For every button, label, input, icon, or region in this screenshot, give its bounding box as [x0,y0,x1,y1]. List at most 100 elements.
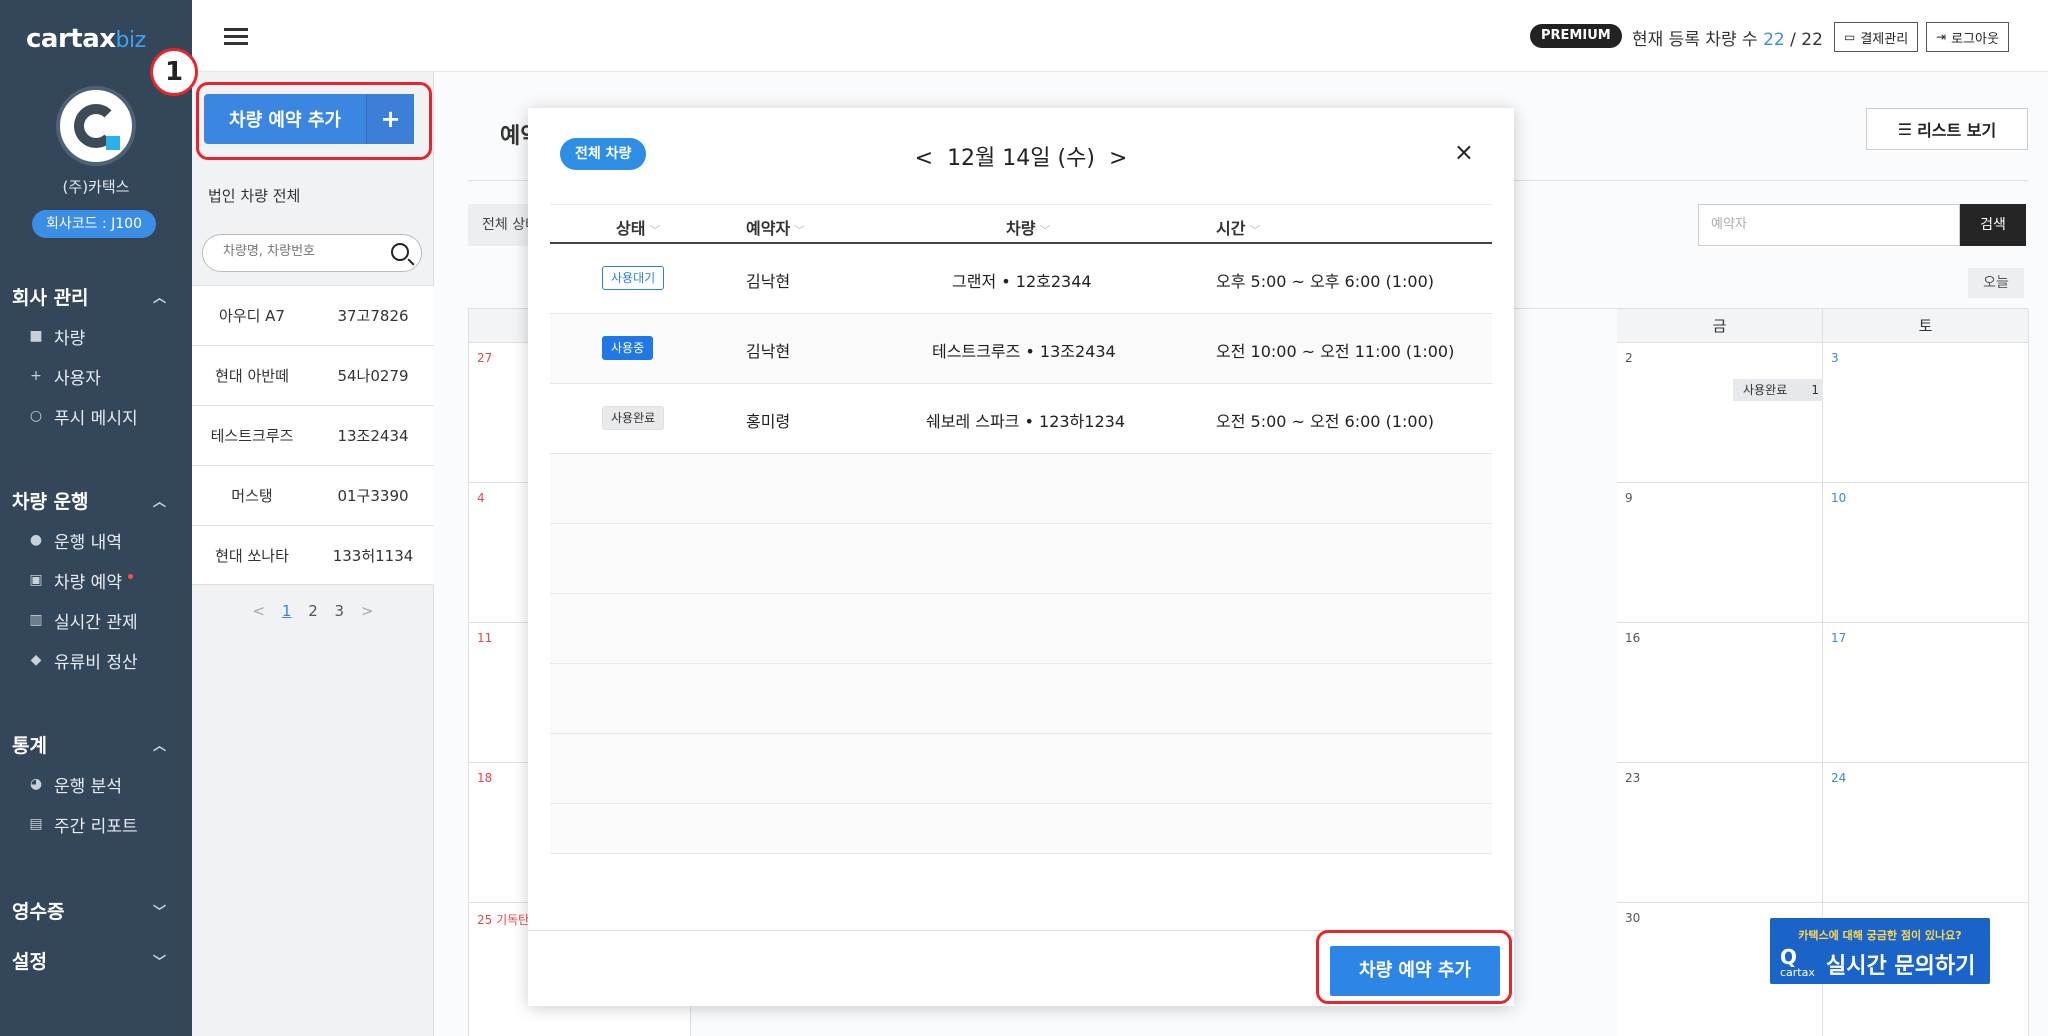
registered-vehicle-count: 현재 등록 차량 수 22 / 22 [1632,30,1823,50]
logout-button[interactable]: ⇥ 로그아웃 [1926,22,2009,52]
page-2[interactable]: 2 [308,602,318,620]
sidebar-item-fuel[interactable]: ◆ 유류비 정산 [0,640,192,680]
chevron-up-icon: ︿ [152,290,166,306]
vehicle-search[interactable] [202,234,422,272]
calendar-day[interactable]: 24 [1823,763,2029,903]
reservation-table: 상태 ﹀ 예약자 ﹀ 차량 ﹀ 시간 ﹀ 사용대기 김낙현 그랜저 • 12호2344 … [550,204,1492,854]
nav-head-stats[interactable]: 통계 ︿ [0,724,192,764]
nav-section-receipt: 영수증 ﹀ [0,890,192,930]
status-badge: 사용완료 [602,406,665,430]
vehicle-search-input[interactable] [223,244,383,259]
sidebar-item-vehicle[interactable]: ■ 차량 [0,316,192,356]
next-page[interactable]: > [361,602,374,620]
sidebar-item-drive-log[interactable]: ● 운행 내역 [0,520,192,560]
empty-row [550,664,1492,734]
reserver-search-input[interactable]: 예약자 [1698,204,1960,246]
sidebar-item-push[interactable]: ○ 푸시 메시지 [0,396,192,436]
calendar-day[interactable]: 2 사용완료 1 [1617,343,1829,483]
time-cell: 오후 5:00 ~ 오후 6:00 (1:00) [1216,272,1434,291]
calendar-day[interactable]: 23 [1617,763,1823,903]
list-item[interactable]: 머스탱 01구3390 [192,465,434,525]
report-icon: ▤ [29,816,43,832]
nav-section-settings: 설정 ﹀ [0,940,192,980]
page-3[interactable]: 3 [335,602,345,620]
car-cell: 그랜저 • 12호2344 [952,272,1092,291]
sort-icon: ﹀ [1249,224,1261,237]
current-date: 12월 14일 (수) [947,146,1095,171]
col-reserver[interactable]: 예약자 ﹀ [746,215,805,239]
step-number-badge: 1 [150,48,198,96]
nav-section-operation: 차량 운행 ︿ ● 운행 내역 ▣ 차량 예약 ▥ 실시간 관제 ◆ 유류비 정산 [0,480,192,680]
sidebar-item-analysis[interactable]: ◕ 운행 분석 [0,764,192,804]
empty-row [550,594,1492,664]
live-chat-widget[interactable]: 카택스에 대해 궁금한 점이 있나요? Qcartax 실시간 문의하기 [1770,918,1990,984]
reserver-cell: 김낙현 [746,272,791,291]
billing-button[interactable]: ▭ 결제관리 [1834,22,1919,52]
list-item[interactable]: 아우디 A7 37고7826 [192,285,434,345]
list-item[interactable]: 현대 쏘나타 133허1134 [192,525,434,585]
calendar-event[interactable]: 사용완료 1 [1733,379,1829,401]
nav-head-company[interactable]: 회사 관리 ︿ [0,276,192,316]
cartax-logo[interactable]: cartaxbiz [26,24,146,54]
vehicle-panel-title[interactable]: 법인 차량 전체 [208,185,300,206]
chat-logo-icon: Q [1780,945,1798,969]
list-item[interactable]: 현대 아반떼 54나0279 [192,345,434,405]
sidebar-item-weekly[interactable]: ▤ 주간 리포트 [0,804,192,844]
status-badge: 사용중 [602,336,654,360]
next-day-button[interactable]: > [1109,146,1127,171]
search-button[interactable]: 검색 [1960,204,2026,246]
chat-label: 실시간 문의하기 [1826,954,1976,979]
col-car[interactable]: 차량 ﹀ [1006,215,1050,239]
table-row[interactable]: 사용중 김낙현 테스트크루즈 • 13조2434 오전 10:00 ~ 오전 1… [550,314,1492,384]
nav-head-operation[interactable]: 차량 운행 ︿ [0,480,192,520]
map-pin-icon: ● [29,532,43,548]
reserver-cell: 홍미령 [746,412,791,431]
calendar-day[interactable]: 10 [1823,483,2029,623]
list-item[interactable]: 테스트크루즈 13조2434 [192,405,434,465]
prev-page[interactable]: < [253,602,266,620]
user-add-icon: + [30,368,42,384]
chevron-up-icon: ︿ [152,494,166,510]
new-dot [127,573,133,579]
col-status[interactable]: 상태 ﹀ [616,215,660,239]
prev-day-button[interactable]: < [915,146,933,171]
nav-head-settings[interactable]: 설정 ﹀ [0,940,192,980]
table-row[interactable]: 사용완료 홍미령 쉐보레 스파크 • 123하1234 오전 5:00 ~ 오전… [550,384,1492,454]
company-name: (주)카택스 [62,178,130,196]
close-icon[interactable]: × [1454,138,1474,166]
sort-icon: ﹀ [649,224,661,237]
reserver-cell: 김낙현 [746,342,791,361]
list-view-button[interactable]: ☰ 리스트 보기 [1866,108,2028,150]
pagination: < 1 2 3 > [192,602,434,620]
chat-brand: Qcartax [1780,945,1815,979]
search-icon[interactable] [391,243,409,261]
weekday-fri: 금 [1617,309,1823,343]
menu-toggle-icon[interactable] [224,28,248,48]
calendar-day[interactable]: 17 [1823,623,2029,763]
empty-row [550,804,1492,854]
col-time[interactable]: 시간 ﹀ [1216,215,1260,239]
calendar-day[interactable]: 3 [1823,343,2029,483]
chat-bubble-icon: ○ [29,408,43,424]
calendar-day[interactable]: 16 [1617,623,1823,763]
calendar-day[interactable]: 9 [1617,483,1823,623]
map-icon: ▥ [29,612,43,628]
pie-chart-icon: ◕ [29,776,43,792]
chevron-down-icon: ﹀ [152,954,166,970]
today-button[interactable]: 오늘 [1968,268,2024,298]
page-1[interactable]: 1 [282,602,292,620]
sidebar-item-users[interactable]: + 사용자 [0,356,192,396]
time-cell: 오전 5:00 ~ 오전 6:00 (1:00) [1216,412,1434,431]
nav-head-receipt[interactable]: 영수증 ﹀ [0,890,192,930]
company-avatar [56,86,136,166]
sort-icon: ﹀ [1039,224,1051,237]
sidebar-item-reservation[interactable]: ▣ 차량 예약 [0,560,192,600]
calendar-icon: ▣ [29,572,43,588]
vehicle-panel: 차량 예약 추가+ 법인 차량 전체 아우디 A737고7826 현대 아반떼5… [192,72,434,1036]
weekday-sat: 토 [1823,309,2029,343]
sidebar-item-realtime[interactable]: ▥ 실시간 관제 [0,600,192,640]
highlight-box [196,82,432,160]
chevron-up-icon: ︿ [152,738,166,754]
empty-row [550,454,1492,524]
table-row[interactable]: 사용대기 김낙현 그랜저 • 12호2344 오후 5:00 ~ 오후 6:00… [550,244,1492,314]
